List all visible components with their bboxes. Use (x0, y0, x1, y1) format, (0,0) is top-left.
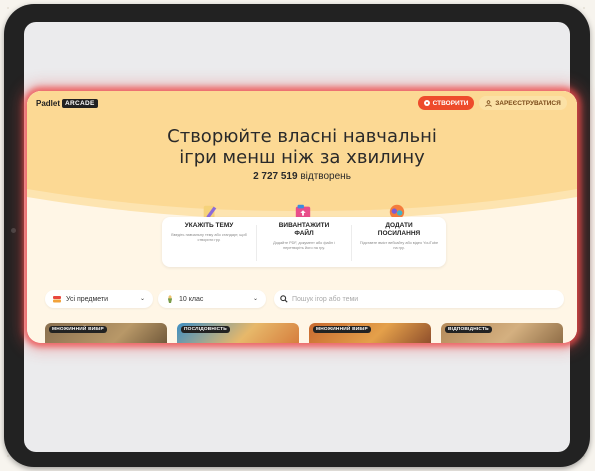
chevron-down-icon: ⌄ (139, 296, 145, 302)
card-label: ПОСЛІДОВНІСТЬ (181, 326, 230, 333)
search-input[interactable]: Пошук ігор або теми (274, 290, 564, 308)
logo-text: Padlet (36, 99, 61, 108)
search-icon (280, 295, 288, 303)
step-topic[interactable]: УКАЖІТЬ ТЕМУ Введіть навчальну тему або … (162, 217, 256, 267)
subject-select[interactable]: Усі предмети ⌄ (45, 290, 153, 308)
grade-select-value: 10 клас (179, 295, 204, 303)
game-card[interactable]: МНОЖИННИЙ ВИБІР (45, 323, 167, 343)
step-topic-desc: Введіть навчальну тему або стандарт, щоб… (171, 233, 247, 242)
game-card[interactable]: ПОСЛІДОВНІСТЬ (177, 323, 299, 343)
hero-title-line2: ігри менш ніж за хвилину (179, 147, 425, 168)
step-topic-title: УКАЖІТЬ ТЕМУ (184, 222, 234, 229)
register-button-label: ЗАРЕЄСТРУВАТИСЯ (495, 99, 561, 107)
register-button[interactable]: ЗАРЕЄСТРУВАТИСЯ (479, 96, 567, 110)
plus-circle-icon (423, 100, 430, 106)
graduation-icon (168, 295, 172, 303)
step-link[interactable]: ДОДАТИ ПОСИЛАННЯ Підставте вміст вебсайт… (352, 217, 446, 267)
create-button-label: СТВОРИТИ (432, 99, 469, 107)
create-button[interactable]: СТВОРИТИ (418, 96, 474, 110)
card-label: МНОЖИННИЙ ВИБІР (49, 326, 107, 333)
grade-select[interactable]: 10 клас ⌄ (158, 290, 266, 308)
plays-count: 2 727 519 (253, 171, 298, 182)
step-upload-title-line1: ВИВАНТАЖИТИ (278, 222, 330, 229)
logo[interactable]: Padlet ARCADE (36, 99, 98, 108)
step-link-title-line1: ДОДАТИ (385, 222, 413, 229)
subject-select-value: Усі предмети (66, 295, 109, 303)
logo-badge: ARCADE (62, 99, 98, 108)
hero-title: Створюйте власні навчальні ігри менш ніж… (127, 126, 477, 168)
game-card[interactable]: МНОЖИННИЙ ВИБІР (309, 323, 431, 343)
step-upload[interactable]: ВИВАНТАЖИТИ ФАЙЛ Додайте PDF, документ а… (257, 217, 351, 267)
step-upload-desc: Додайте PDF, документ або файл і перетво… (273, 241, 335, 250)
step-link-title-line2: ПОСИЛАННЯ (377, 230, 421, 237)
step-upload-title-line2: ФАЙЛ (294, 230, 314, 237)
user-icon (485, 99, 492, 107)
padlet-arcade-page: Padlet ARCADE СТВОРИТИ ЗАРЕЄСТРУВАТИСЯ С… (27, 91, 577, 343)
step-link-title: ДОДАТИ ПОСИЛАННЯ (352, 222, 446, 238)
step-link-desc: Підставте вміст вебсайту або відео YouTu… (359, 241, 439, 250)
step-upload-title: ВИВАНТАЖИТИ ФАЙЛ (257, 222, 351, 238)
search-placeholder: Пошук ігор або теми (292, 295, 359, 303)
books-icon (53, 296, 61, 303)
chevron-down-icon: ⌄ (252, 296, 258, 302)
plays-counter: 2 727 519 відтворень (177, 171, 427, 182)
tablet-camera (11, 228, 16, 233)
card-label: МНОЖИННИЙ ВИБІР (313, 326, 371, 333)
card-label: ВІДПОВІДНІСТЬ (445, 326, 492, 333)
plays-suffix: відтворень (300, 171, 351, 182)
hero-title-line1: Створюйте власні навчальні (167, 126, 437, 147)
game-card[interactable]: ВІДПОВІДНІСТЬ (441, 323, 563, 343)
creation-steps-panel: УКАЖІТЬ ТЕМУ Введіть навчальну тему або … (162, 217, 446, 267)
